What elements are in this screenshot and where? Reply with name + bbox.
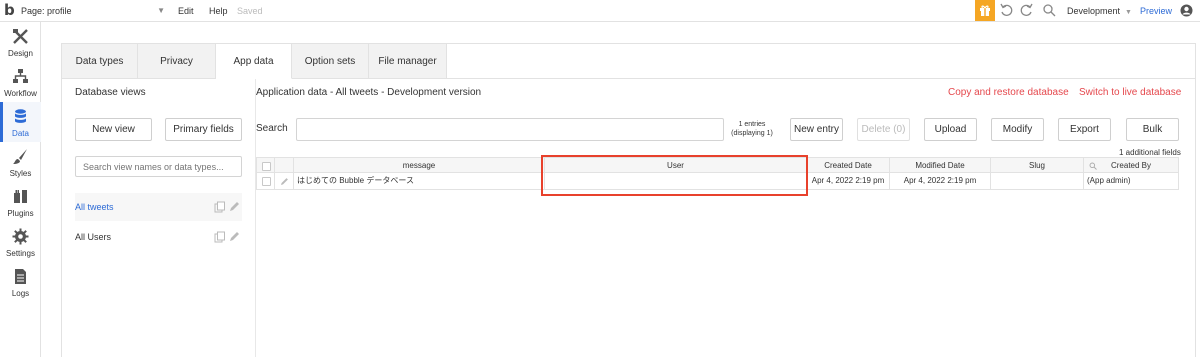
cell-message[interactable]: はじめての Bubble データベース [294,173,545,190]
gift-button[interactable] [975,0,995,21]
nav-item-workflow[interactable]: Workflow [0,62,41,102]
copy-restore-database-link[interactable]: Copy and restore database [948,87,1069,98]
nav-item-logs[interactable]: Logs [0,262,41,302]
entries-total: 1 entries [738,121,766,128]
user-account-icon[interactable] [1180,4,1193,17]
row-select-cell[interactable] [256,173,275,190]
plugins-icon [14,190,27,203]
design-icon [13,29,28,44]
chevron-down-icon: ▼ [1125,9,1132,16]
data-icon [15,109,26,123]
tab-privacy[interactable]: Privacy [138,44,216,79]
chevron-down-icon: ▼ [157,6,165,15]
cell-slug[interactable] [991,173,1084,190]
database-views-title: Database views [75,87,146,98]
column-header-user[interactable]: User [545,157,807,173]
view-actions [214,201,239,213]
column-header-created-by[interactable]: Created By [1084,157,1179,173]
edit-menu[interactable]: Edit [178,0,194,22]
tab-data-types[interactable]: Data types [62,44,138,79]
bubble-logo[interactable]: b [4,2,18,18]
view-search-input[interactable] [75,156,242,177]
additional-fields-link[interactable]: 1 additional fields [1119,148,1181,157]
cell-modified-date[interactable]: Apr 4, 2022 2:19 pm [890,173,991,190]
column-header-message[interactable]: message [294,157,545,173]
nav-label-design: Design [8,49,33,58]
row-checkbox[interactable] [262,177,271,186]
logs-icon [15,269,26,284]
top-bar: b Page: profile ▼ Edit Help Saved Develo… [0,0,1200,22]
delete-button[interactable]: Delete (0) [857,118,910,141]
nav-item-data[interactable]: Data [0,102,41,142]
switch-live-database-link[interactable]: Switch to live database [1079,87,1181,98]
page-selector[interactable]: Page: profile ▼ [21,0,171,22]
header-spacer [275,157,294,173]
new-entry-button[interactable]: New entry [790,118,843,141]
gift-icon [980,5,990,16]
app-data-title: Application data - All tweets - Developm… [256,87,482,98]
view-actions [214,231,239,243]
search-label: Search [256,123,288,134]
nav-label-data: Data [12,129,29,138]
select-all-cell[interactable] [256,157,275,173]
left-navigation: Design Workflow Data Styles Plugins Sett… [0,22,41,357]
primary-fields-button[interactable]: Primary fields [165,118,242,141]
environment-selector[interactable]: Development ▼ [1067,0,1132,22]
column-header-created-date[interactable]: Created Date [807,157,890,173]
column-header-created-by-label: Created By [1110,161,1152,170]
tab-divider [447,78,1195,79]
view-item-label: All Users [75,232,112,242]
nav-item-settings[interactable]: Settings [0,222,41,262]
nav-label-plugins: Plugins [7,209,34,218]
pencil-icon [230,202,239,211]
bulk-button[interactable]: Bulk [1126,118,1179,141]
view-item-label: All tweets [75,202,114,212]
page-selector-label: Page: profile [21,6,72,16]
search-icon [1089,162,1097,170]
cell-created-by[interactable]: (App admin) [1084,173,1179,190]
column-header-slug[interactable]: Slug [991,157,1084,173]
pencil-icon[interactable] [280,177,289,186]
settings-icon [12,228,29,245]
view-item-all-tweets[interactable]: All tweets [75,193,242,221]
copy-icon [214,201,225,213]
nav-item-plugins[interactable]: Plugins [0,182,41,222]
saved-status: Saved [237,6,263,16]
nav-label-workflow: Workflow [4,89,37,98]
modify-button[interactable]: Modify [991,118,1044,141]
workflow-icon [13,69,28,83]
row-edit-cell[interactable] [275,173,294,190]
data-panel: Data types Privacy App data Option sets … [61,43,1196,357]
entries-displayed: (displaying 1) [731,130,773,137]
tab-app-data[interactable]: App data [216,44,292,79]
column-divider [255,79,256,357]
preview-link[interactable]: Preview [1140,0,1172,22]
redo-icon[interactable] [1020,3,1034,17]
nav-label-logs: Logs [11,289,30,298]
entries-count: 1 entries (displaying 1) [726,120,778,138]
select-all-checkbox[interactable] [262,162,271,171]
pencil-icon [230,232,239,241]
search-icon[interactable] [1042,3,1056,17]
nav-label-styles: Styles [9,169,32,178]
cell-created-date[interactable]: Apr 4, 2022 2:19 pm [807,173,890,190]
column-header-modified-date[interactable]: Modified Date [890,157,991,173]
help-menu[interactable]: Help [209,0,228,22]
search-input[interactable] [296,118,724,141]
styles-icon [13,149,27,164]
nav-label-settings: Settings [6,249,35,258]
nav-item-styles[interactable]: Styles [0,142,41,182]
copy-icon [214,231,225,243]
view-item-all-users[interactable]: All Users [75,223,242,251]
app-data-table: message User Created Date Modified Date … [256,157,1179,190]
upload-button[interactable]: Upload [924,118,977,141]
nav-item-design[interactable]: Design [0,22,41,62]
tab-file-manager[interactable]: File manager [369,44,447,79]
tab-option-sets[interactable]: Option sets [292,44,369,79]
export-button[interactable]: Export [1058,118,1111,141]
cell-user[interactable] [545,173,807,190]
undo-icon[interactable] [999,3,1013,17]
new-view-button[interactable]: New view [75,118,152,141]
environment-label: Development [1067,6,1121,16]
